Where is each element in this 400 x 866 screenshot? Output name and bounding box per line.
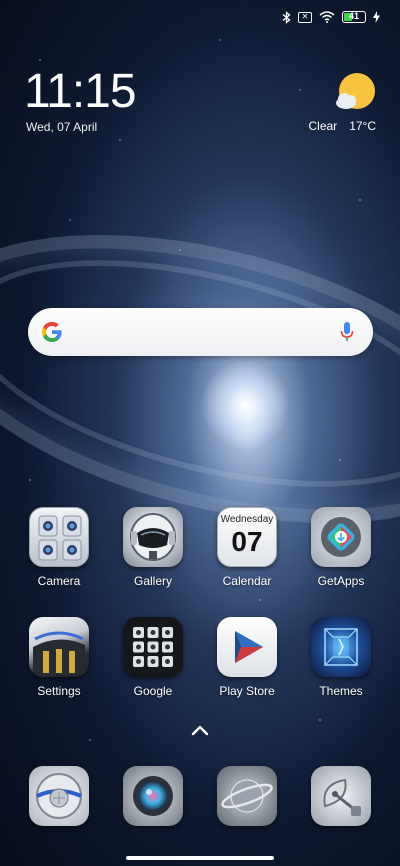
- calendar-icon: Wednesday 07: [217, 507, 277, 567]
- wifi-icon: [319, 11, 335, 23]
- messages-icon: [123, 766, 183, 826]
- app-settings[interactable]: Settings: [19, 617, 99, 698]
- play-store-icon: [217, 617, 277, 677]
- bluetooth-icon: [282, 10, 291, 24]
- app-google-folder[interactable]: Google: [113, 617, 193, 698]
- charging-icon: [373, 11, 380, 23]
- sun-cloud-icon[interactable]: [334, 72, 376, 114]
- google-search-bar[interactable]: [28, 308, 373, 356]
- browser-icon: [217, 766, 277, 826]
- calendar-day: 07: [231, 526, 263, 557]
- app-label: Calendar: [222, 574, 272, 588]
- weather-info[interactable]: Clear 17°C: [309, 119, 377, 133]
- no-sim-icon: ✕: [298, 11, 312, 23]
- clock-date[interactable]: Wed, 07 April: [26, 120, 97, 134]
- dock-browser[interactable]: [207, 766, 287, 826]
- app-drawer-chevron-up-icon[interactable]: [188, 722, 212, 738]
- camera-icon: [29, 507, 89, 567]
- app-label: Camera: [37, 574, 81, 588]
- app-label: GetApps: [317, 574, 365, 588]
- getapps-icon: [311, 507, 371, 567]
- app-label: Google: [133, 684, 173, 698]
- gallery-icon: [123, 507, 183, 567]
- battery-icon: 41: [342, 11, 366, 23]
- mic-icon[interactable]: [339, 320, 355, 344]
- calendar-weekday: Wednesday: [220, 514, 274, 525]
- gesture-nav-bar[interactable]: [126, 856, 274, 860]
- weather-temperature: 17°C: [349, 119, 376, 133]
- status-bar: ✕ 41: [282, 8, 380, 26]
- battery-level-text: 41: [348, 11, 359, 21]
- weather-condition: Clear: [308, 119, 338, 133]
- dock-phone[interactable]: [19, 766, 99, 826]
- dock-messages[interactable]: [113, 766, 193, 826]
- app-label: Settings: [37, 684, 81, 698]
- phone-icon: [29, 766, 89, 826]
- app-label: Gallery: [133, 574, 172, 588]
- app-calendar[interactable]: Wednesday 07 Calendar: [207, 507, 287, 588]
- themes-icon: [311, 617, 371, 677]
- wallpaper-star-glow: [200, 360, 290, 450]
- clock-time[interactable]: 11:15: [24, 66, 137, 118]
- google-folder-icon: [123, 617, 183, 677]
- app-label: Themes: [319, 684, 363, 698]
- app-label: Play Store: [219, 684, 275, 698]
- satellite-icon: [311, 766, 371, 826]
- app-themes[interactable]: Themes: [301, 617, 381, 698]
- app-camera[interactable]: Camera: [19, 507, 99, 588]
- app-play-store[interactable]: Play Store: [207, 617, 287, 698]
- dock-satellite[interactable]: [301, 766, 381, 826]
- settings-icon: [29, 617, 89, 677]
- google-g-icon: [42, 322, 62, 342]
- app-getapps[interactable]: GetApps: [301, 507, 381, 588]
- app-gallery[interactable]: Gallery: [113, 507, 193, 588]
